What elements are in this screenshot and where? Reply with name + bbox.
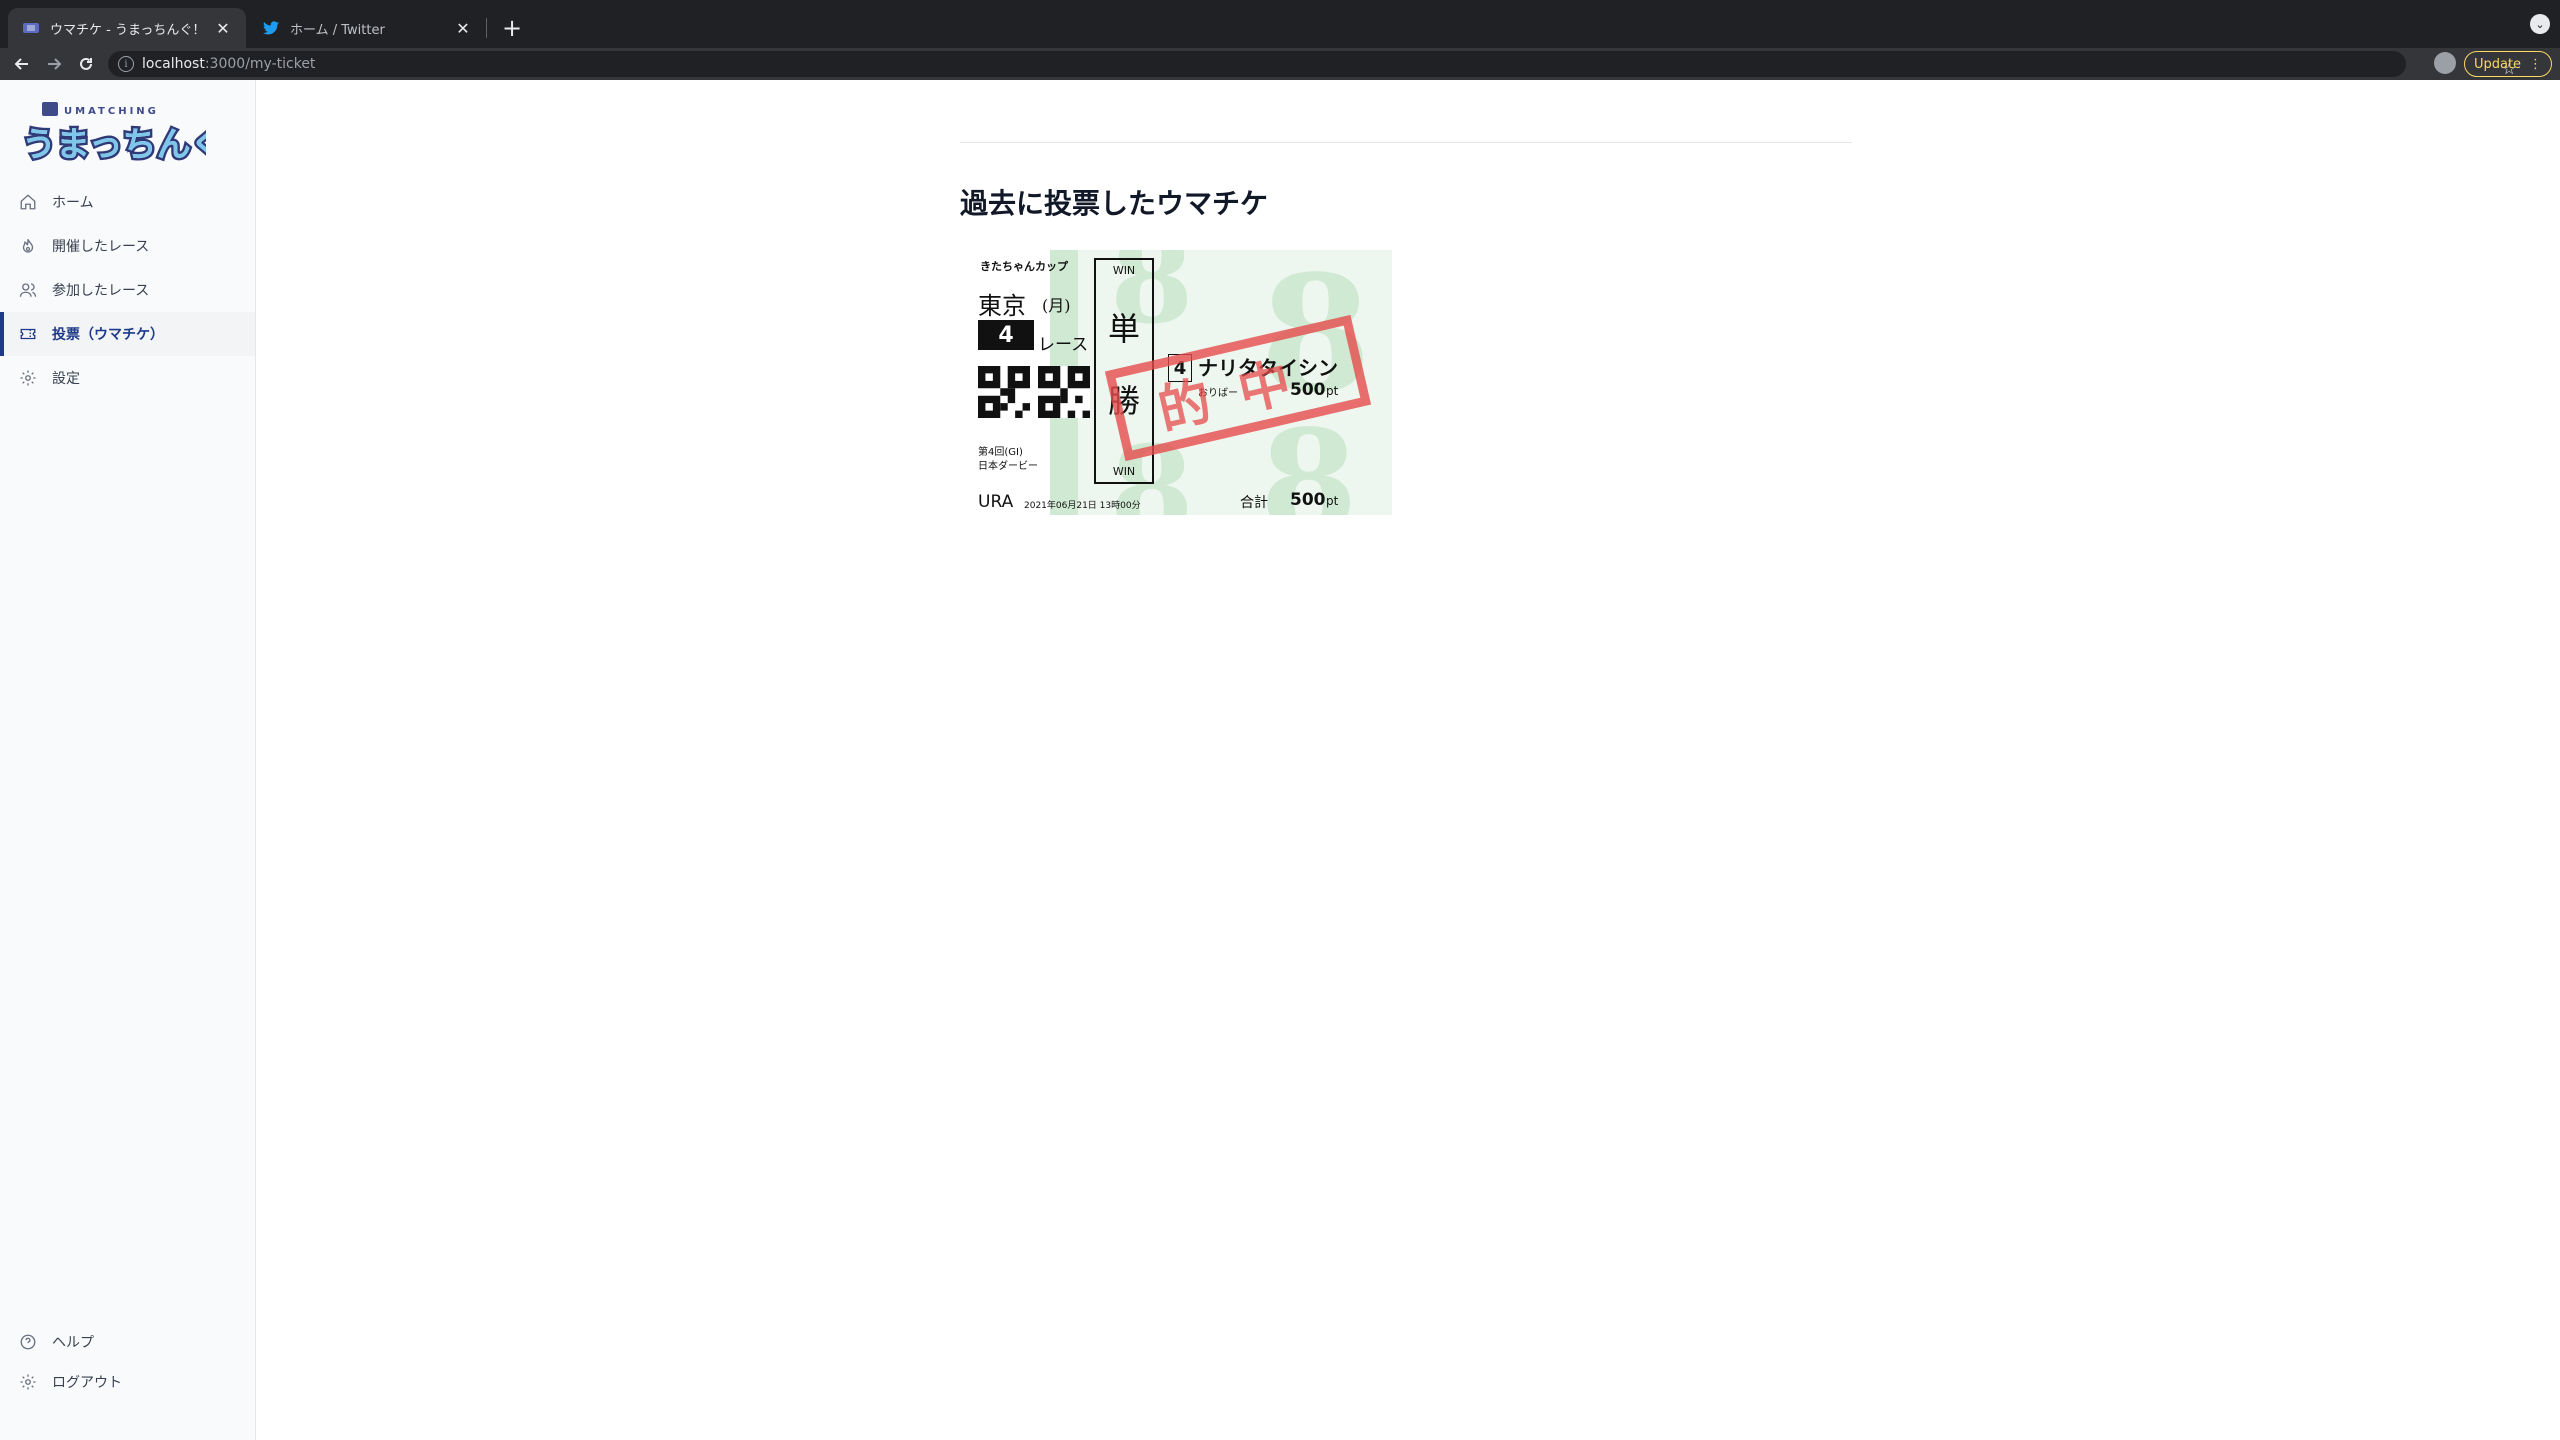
- app-favicon-icon: [22, 19, 40, 37]
- reload-button[interactable]: [70, 48, 102, 80]
- update-label: Update: [2473, 56, 2522, 72]
- url-path: :3000/my-ticket: [204, 56, 316, 72]
- sidebar: UMATCHING うまっちんぐ! うまっちんぐ! ホーム 開催したレース 参加…: [0, 80, 256, 1440]
- browser-tab-umachike[interactable]: ウマチケ - うまっちんぐ！ ✕: [8, 8, 246, 48]
- help-icon: [18, 1332, 38, 1352]
- gear-icon: [18, 368, 38, 388]
- section-divider: [960, 142, 1852, 143]
- sidebar-item-logout[interactable]: ログアウト: [0, 1362, 255, 1402]
- back-button[interactable]: [6, 48, 38, 80]
- forward-button[interactable]: [38, 48, 70, 80]
- browser-tab-twitter[interactable]: ホーム / Twitter ✕: [248, 8, 486, 48]
- address-bar[interactable]: i localhost:3000/my-ticket ☆: [108, 51, 2516, 78]
- sidebar-nav: ホーム 開催したレース 参加したレース 投票（ウマチケ） 設定: [0, 180, 255, 400]
- close-tab-icon[interactable]: ✕: [454, 19, 472, 38]
- sidebar-item-label: ログアウト: [52, 1375, 122, 1391]
- close-tab-icon[interactable]: ✕: [214, 19, 232, 38]
- umachike-ticket-card[interactable]: 8 8 8 8 きたちゃんカップ 東京 (月) 4 レース 第4回(GI) 日本…: [960, 250, 1392, 515]
- sidebar-item-label: 参加したレース: [52, 283, 150, 299]
- tab-title: ウマチケ - うまっちんぐ！: [50, 22, 206, 38]
- sidebar-item-settings[interactable]: 設定: [0, 356, 255, 400]
- sidebar-item-tickets[interactable]: 投票（ウマチケ）: [0, 312, 255, 356]
- ticket-race-name: 日本ダービー: [978, 461, 1038, 472]
- url-host: localhost: [142, 56, 205, 72]
- main-content: 過去に投票したウマチケ 8 8 8 8 きたちゃんカップ 東京 (月) 4 レー…: [257, 80, 2560, 1440]
- sidebar-item-hosted-races[interactable]: 開催したレース: [0, 224, 255, 268]
- ticket-total-unit: pt: [1326, 494, 1339, 508]
- sidebar-item-home[interactable]: ホーム: [0, 180, 255, 224]
- profile-avatar[interactable]: [2434, 52, 2456, 74]
- arrow-left-icon: [14, 58, 28, 70]
- sidebar-item-label: 設定: [52, 371, 80, 387]
- browser-toolbar: i localhost:3000/my-ticket ☆: [0, 48, 2560, 80]
- app-logo[interactable]: UMATCHING うまっちんぐ! うまっちんぐ!: [20, 100, 243, 168]
- ticket-race-label: レース: [1038, 335, 1089, 355]
- ticket-date: 2021年06月21日 13時00分: [1024, 501, 1141, 511]
- twitter-bird-icon: [262, 19, 280, 37]
- browser-tab-bar: ウマチケ - うまっちんぐ！ ✕ ホーム / Twitter ✕ + ⌄: [0, 0, 2560, 48]
- ticket-day: (月): [1042, 296, 1071, 315]
- site-info-icon[interactable]: i: [118, 56, 134, 72]
- page-title: 過去に投票したウマチケ: [960, 187, 1269, 220]
- reload-icon: [80, 57, 92, 70]
- ticket-total-amount: 500: [1290, 490, 1326, 510]
- ticket-place: 東京: [978, 292, 1026, 320]
- bet-type-kanji-1: 単: [1107, 310, 1140, 348]
- ticket-issuer: URA: [978, 492, 1014, 512]
- home-icon: [18, 192, 38, 212]
- new-tab-button[interactable]: +: [496, 12, 528, 44]
- update-button[interactable]: Update ⋮: [2464, 51, 2552, 77]
- ticket-icon: [18, 324, 38, 344]
- qr-code-icon: [978, 366, 1030, 418]
- gear-icon: [18, 1372, 38, 1392]
- sidebar-bottom-nav: ヘルプ ログアウト: [0, 1322, 255, 1402]
- win-label-top: WIN: [1112, 264, 1136, 277]
- menu-dots-icon: ⋮: [2529, 56, 2543, 72]
- sidebar-item-label: ホーム: [52, 195, 94, 211]
- logo-top-text: UMATCHING: [64, 106, 159, 117]
- sidebar-item-label: ヘルプ: [52, 1335, 94, 1351]
- tab-search-icon[interactable]: ⌄: [2530, 14, 2550, 34]
- fire-icon: [18, 236, 38, 256]
- ticket-cup-name: きたちゃんカップ: [980, 260, 1068, 273]
- logo-main-text-fill: うまっちんぐ!: [22, 125, 206, 165]
- sidebar-item-label: 開催したレース: [52, 239, 150, 255]
- win-label-bottom: WIN: [1112, 465, 1136, 478]
- sidebar-item-help[interactable]: ヘルプ: [0, 1322, 255, 1362]
- ticket-total-label: 合計: [1240, 495, 1268, 511]
- users-icon: [18, 280, 38, 300]
- ticket-round: 第4回(GI) 日本ダービー: [978, 446, 1038, 474]
- tab-title: ホーム / Twitter: [290, 22, 385, 38]
- sidebar-item-joined-races[interactable]: 参加したレース: [0, 268, 255, 312]
- tab-separator: [486, 18, 487, 38]
- arrow-right-icon: [48, 58, 62, 70]
- ticket-race-number: 4: [978, 320, 1034, 350]
- ticket-round-label: 第4回(GI): [978, 447, 1023, 458]
- sidebar-item-label: 投票（ウマチケ）: [52, 327, 164, 343]
- qr-code-icon: [1038, 366, 1090, 418]
